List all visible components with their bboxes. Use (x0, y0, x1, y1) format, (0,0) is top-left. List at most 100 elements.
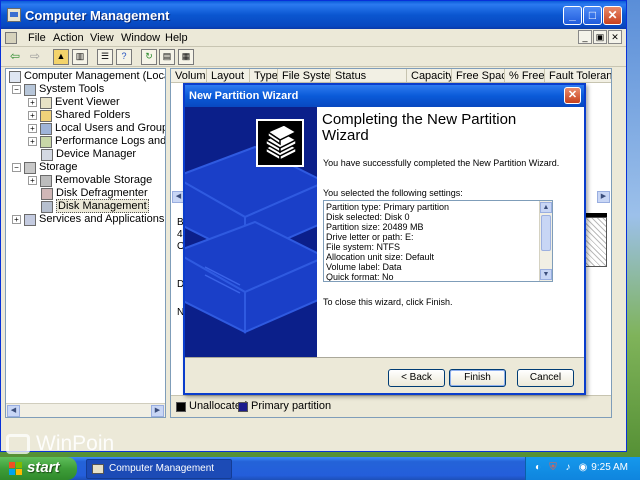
taskbar-item-computer-management[interactable]: Computer Management (86, 459, 232, 479)
expand-toggle[interactable]: + (28, 137, 37, 146)
security-alert-icon[interactable]: ⛨ (547, 462, 559, 474)
menu-view[interactable]: View (88, 31, 116, 45)
tree-item-performance-logs[interactable]: +Performance Logs and Alerts (28, 135, 165, 148)
settings-intro: You selected the following settings: (323, 188, 463, 198)
minimize-button[interactable]: _ (563, 6, 582, 25)
wizard-content: Completing the New Partition Wizard You … (317, 107, 584, 357)
expand-toggle[interactable]: + (28, 98, 37, 107)
back-arrow-icon[interactable]: ⇦ (7, 49, 23, 65)
stacked-disks-icon (264, 124, 298, 162)
tree-item-removable-storage[interactable]: + Removable Storage (28, 174, 152, 187)
watermark-text: WinPoin (36, 432, 115, 455)
tree-horizontal-scrollbar[interactable]: ◀ ▶ (6, 403, 165, 417)
scroll-down-icon[interactable]: ▼ (540, 269, 552, 280)
help-icon[interactable]: ? (116, 49, 132, 65)
taskbar-item-label: Computer Management (109, 463, 215, 474)
refresh-icon[interactable]: ↻ (141, 49, 157, 65)
removable-storage-icon (40, 174, 52, 187)
column-percent-free[interactable]: % Free (505, 69, 545, 83)
network-icon[interactable]: ◐ (532, 462, 544, 474)
menu-help[interactable]: Help (163, 31, 190, 45)
tree-item-event-viewer[interactable]: + Event Viewer (28, 96, 120, 109)
tree-item-storage[interactable]: − Storage (12, 161, 78, 174)
console-tree[interactable]: Computer Management (Local) − System Tool… (5, 68, 166, 418)
title-bar[interactable]: Computer Management _ □ ✕ (1, 1, 626, 29)
child-restore-button[interactable]: ▣ (593, 30, 607, 44)
computer-management-icon (7, 8, 21, 22)
column-file-system[interactable]: File System (278, 69, 331, 83)
tree-item-system-tools[interactable]: − System Tools (12, 83, 104, 96)
partition-legend: Unallocated Primary partition (171, 395, 611, 417)
column-status[interactable]: Status (331, 69, 407, 83)
setting-line: Partition type: Primary partition (326, 202, 450, 212)
wizard-title-bar[interactable]: New Partition Wizard ✕ (185, 85, 584, 107)
maximize-button[interactable]: □ (583, 6, 602, 25)
computer-icon (9, 70, 21, 83)
tree-item-shared-folders[interactable]: + Shared Folders (28, 109, 130, 122)
finish-button[interactable]: Finish (449, 369, 506, 387)
show-tree-icon[interactable]: ▥ (72, 49, 88, 65)
child-minimize-button[interactable]: _ (578, 30, 592, 44)
column-free-space[interactable]: Free Space (452, 69, 505, 83)
tray-app-icon[interactable]: ◉ (577, 462, 589, 474)
success-message: You have successfully completed the New … (323, 158, 560, 168)
column-layout[interactable]: Layout (207, 69, 250, 83)
scroll-left-icon[interactable]: ◀ (7, 405, 20, 417)
device-manager-icon (41, 148, 53, 161)
setting-line: Quick format: No (326, 272, 394, 282)
expand-toggle[interactable]: + (28, 124, 37, 133)
collapse-toggle[interactable]: − (12, 163, 21, 172)
up-folder-icon[interactable]: ▲ (53, 49, 69, 65)
tree-item-computer-management[interactable]: Computer Management (Local) (9, 70, 165, 83)
child-window-controls: _ ▣ ✕ (577, 30, 622, 44)
column-fault-tolerance[interactable]: Fault Tolerance (545, 69, 611, 83)
primary-partition-swatch (238, 402, 248, 412)
setting-line: Allocation unit size: Default (326, 252, 435, 262)
settings-scrollbar[interactable]: ▲ ▼ (539, 201, 552, 281)
column-volume[interactable]: Volume (171, 69, 207, 83)
tree-item-device-manager[interactable]: Device Manager (41, 148, 136, 161)
partition-block-hatched[interactable] (583, 217, 607, 267)
scroll-thumb[interactable] (541, 215, 551, 251)
child-close-button[interactable]: ✕ (608, 30, 622, 44)
cancel-button[interactable]: Cancel (517, 369, 574, 387)
storage-icon (24, 161, 36, 174)
export-icon[interactable]: ▤ (159, 49, 175, 65)
expand-toggle[interactable]: + (28, 111, 37, 120)
volume-scroll-right-icon[interactable]: ▶ (597, 191, 610, 203)
setting-line: Partition size: 20489 MB (326, 222, 424, 232)
scroll-up-icon[interactable]: ▲ (540, 202, 552, 213)
tree-item-local-users[interactable]: + Local Users and Groups (28, 122, 165, 135)
system-menu-icon[interactable] (5, 32, 17, 44)
properties-icon[interactable]: ☰ (97, 49, 113, 65)
start-button[interactable]: start (0, 457, 77, 480)
help-topics-icon[interactable]: ▦ (178, 49, 194, 65)
tree-item-services-and-applications[interactable]: + Services and Applications (12, 213, 164, 226)
menu-file[interactable]: File (26, 31, 48, 45)
scroll-right-icon[interactable]: ▶ (151, 405, 164, 417)
menu-action[interactable]: Action (51, 31, 86, 45)
expand-toggle[interactable]: + (12, 215, 21, 224)
close-button[interactable]: ✕ (603, 6, 622, 25)
settings-summary-box[interactable]: Partition type: Primary partition Disk s… (323, 200, 553, 282)
back-button[interactable]: < Back (388, 369, 445, 387)
expand-toggle[interactable]: + (28, 176, 37, 185)
event-viewer-icon (40, 96, 52, 109)
volume-icon[interactable]: ♪ (562, 462, 574, 474)
services-icon (24, 213, 36, 226)
wizard-close-button[interactable]: ✕ (564, 87, 581, 104)
tree-item-disk-management[interactable]: Disk Management (41, 199, 149, 213)
clock[interactable]: 9:25 AM (591, 462, 628, 473)
setting-line: Drive letter or path: E: (326, 232, 414, 242)
forward-arrow-icon[interactable]: ⇨ (27, 49, 43, 65)
column-capacity[interactable]: Capacity (407, 69, 452, 83)
column-type[interactable]: Type (250, 69, 278, 83)
wizard-side-banner (185, 107, 317, 357)
tools-icon (24, 83, 36, 96)
computer-management-task-icon (92, 464, 104, 474)
perf-logs-icon (40, 135, 52, 148)
menu-window[interactable]: Window (119, 31, 162, 45)
menu-bar: File Action View Window Help _ ▣ ✕ (1, 29, 626, 47)
users-icon (40, 122, 52, 135)
collapse-toggle[interactable]: − (12, 85, 21, 94)
